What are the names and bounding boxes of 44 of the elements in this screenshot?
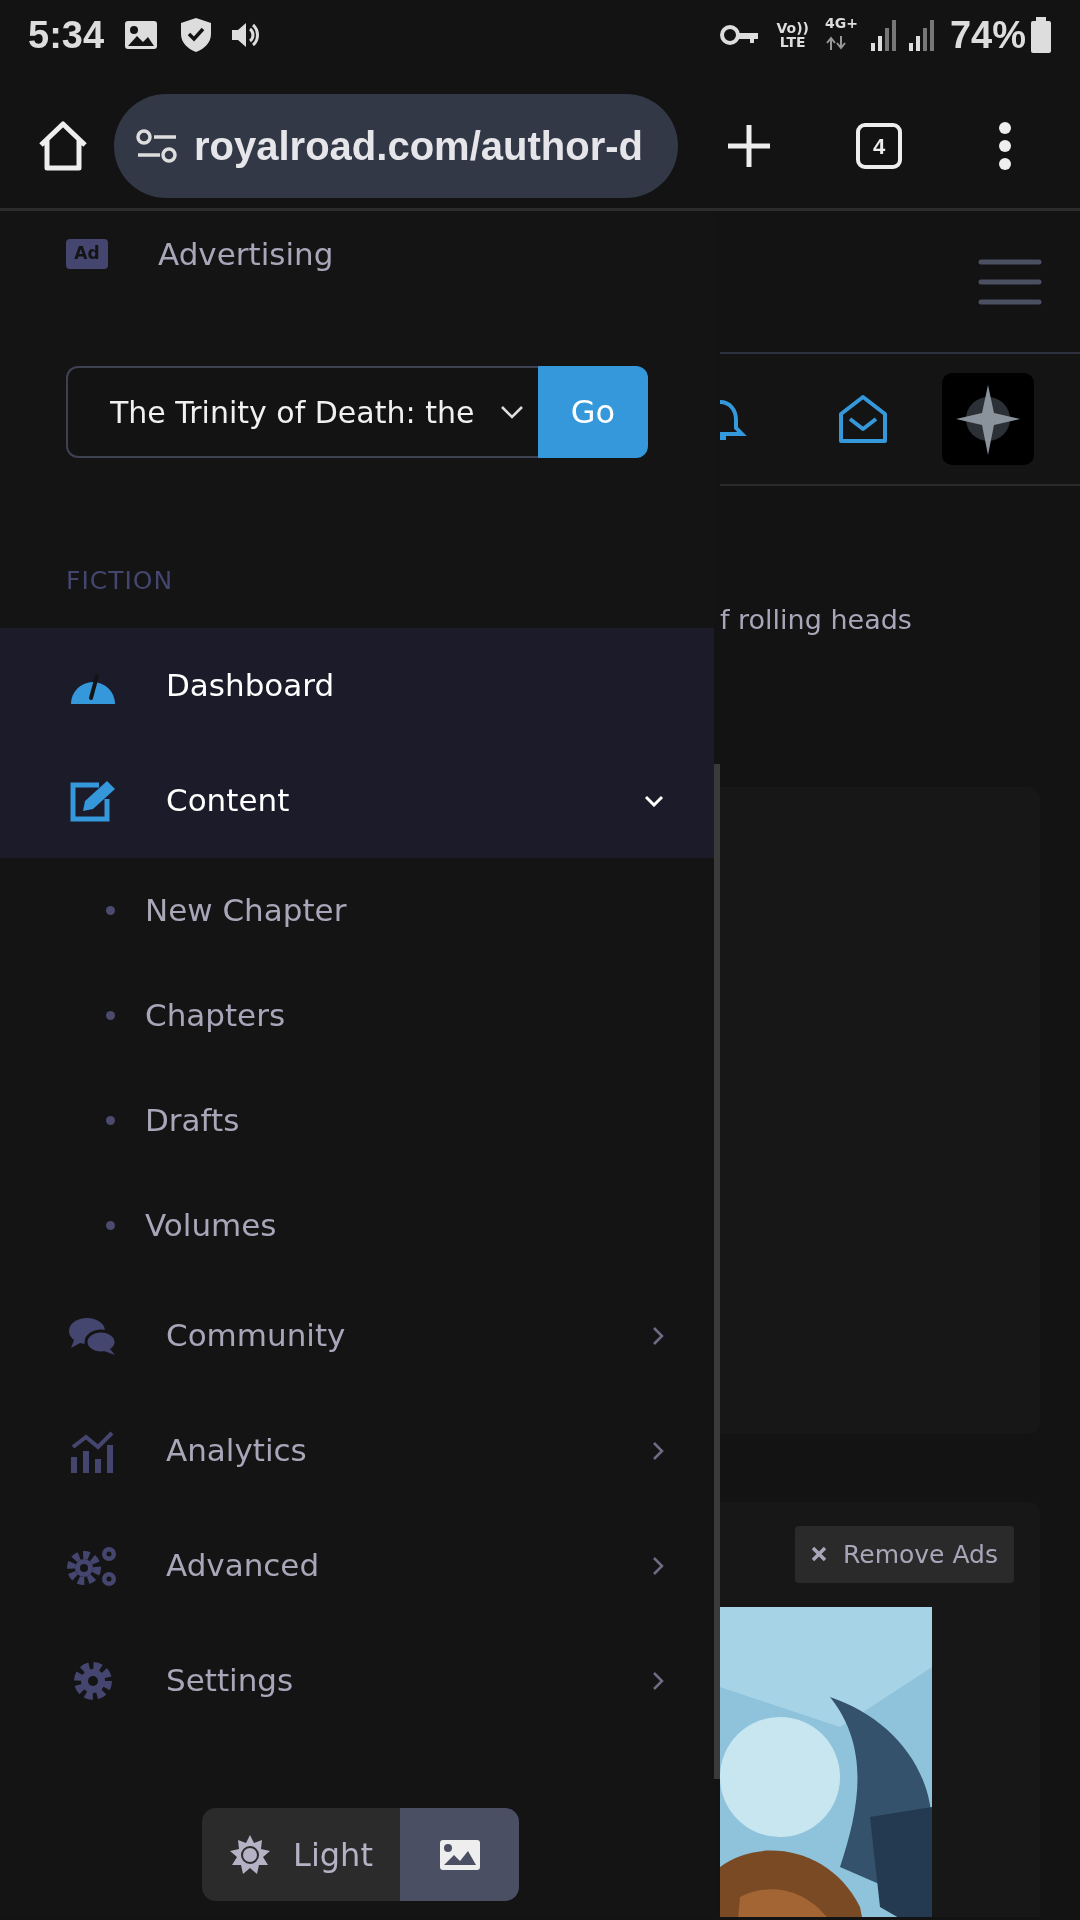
theme-button[interactable] — [400, 1808, 519, 1901]
status-time: 5:34 — [28, 12, 105, 58]
tab-count[interactable]: 4 — [856, 123, 902, 169]
signal-icon — [907, 19, 934, 51]
key-icon — [720, 23, 761, 47]
menu-item[interactable]: Advertising — [158, 230, 334, 278]
remove-ads-button[interactable]: Remove Ads — [795, 1525, 1014, 1583]
submenu-item[interactable]: Drafts — [0, 1068, 714, 1173]
signal-icon — [869, 19, 896, 51]
nav-item[interactable]: Dashboard — [0, 628, 714, 743]
ad-badge-icon: Ad — [66, 239, 108, 269]
sun-icon — [229, 1833, 272, 1876]
chevron-down-icon — [500, 405, 524, 419]
gallery-icon — [124, 20, 159, 50]
volume-icon — [230, 21, 261, 49]
lte-label: LTE — [779, 35, 806, 49]
menu-icon[interactable] — [998, 121, 1012, 171]
theme-button[interactable]: Light — [202, 1808, 400, 1901]
nav-item[interactable]: Content — [0, 743, 714, 858]
network-type: 4G+ — [824, 16, 858, 30]
image-icon — [438, 1838, 481, 1871]
nav-item[interactable]: Analytics — [0, 1393, 714, 1508]
nav-item[interactable]: Community — [0, 1278, 714, 1393]
submenu-item[interactable]: Chapters — [0, 963, 714, 1068]
nav-item[interactable]: Advanced — [0, 1508, 714, 1623]
envelope-icon[interactable] — [838, 394, 888, 444]
submenu-item[interactable]: Volumes — [0, 1173, 714, 1278]
volte-label: Vo)) — [776, 21, 809, 35]
fiction-select[interactable]: The Trinity of Death: the — [66, 366, 538, 458]
battery-level: 74% — [949, 12, 1026, 58]
shield-icon — [180, 17, 213, 53]
site-settings-icon[interactable] — [136, 128, 178, 164]
address-bar[interactable]: royalroad.com/author-d — [114, 94, 678, 198]
new-tab-icon[interactable] — [726, 123, 772, 169]
scrollbar[interactable] — [714, 764, 720, 1779]
submenu-item[interactable]: New Chapter — [0, 858, 714, 963]
subtitle-text: f rolling heads — [720, 603, 913, 637]
nav-item[interactable]: Settings — [0, 1623, 714, 1738]
avatar-icon[interactable] — [942, 373, 1034, 465]
url-text: royalroad.com/author-d — [194, 123, 643, 170]
close-icon — [811, 1546, 828, 1563]
data-arrows-icon — [824, 35, 847, 50]
section-heading: FICTION — [66, 565, 175, 597]
battery-icon — [1030, 17, 1052, 53]
